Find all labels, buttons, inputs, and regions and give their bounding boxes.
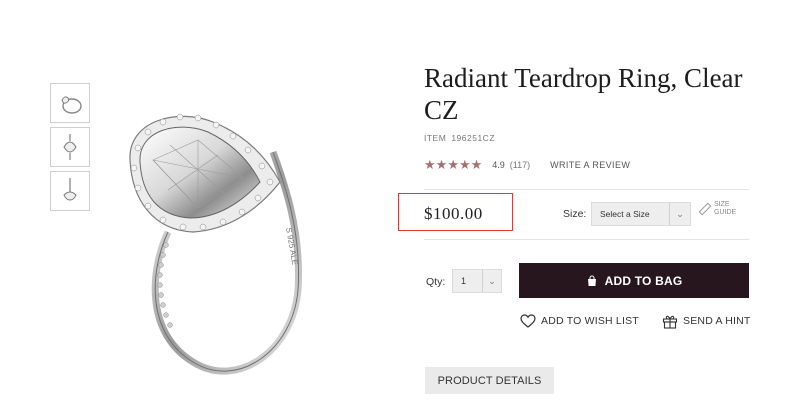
thumbnail-ring-front[interactable] <box>50 83 90 123</box>
heart-icon <box>520 314 536 328</box>
chevron-down-icon: ⌄ <box>482 270 501 292</box>
write-review-link[interactable]: WRITE A REVIEW <box>550 160 630 170</box>
ring-top-thumbnail-image <box>63 134 77 160</box>
rating-value: 4.9 <box>492 159 505 170</box>
size-select-value: Select a Size <box>600 209 650 219</box>
ring-side-thumbnail-image <box>63 178 77 201</box>
star-icon: ★ <box>458 157 471 172</box>
item-code: 196251CZ <box>451 133 496 143</box>
add-to-bag-button[interactable]: ADD TO BAG <box>519 263 749 298</box>
product-details-button[interactable]: PRODUCT DETAILS <box>425 367 554 394</box>
star-icon: ★ <box>470 157 483 172</box>
rating-stars[interactable]: ★ ★ ★ ★ ★ <box>424 158 482 171</box>
size-label: Size: <box>563 208 587 220</box>
size-guide-label: SIZE GUIDE <box>714 201 737 216</box>
qty-select-value: 1 <box>461 276 467 286</box>
product-rating: ★ ★ ★ ★ ★ 4.9 (117) WRITE A REVIEW <box>424 158 630 171</box>
send-a-hint-button[interactable]: SEND A HINT <box>662 313 751 329</box>
star-icon: ★ <box>424 157 436 172</box>
star-icon: ★ <box>447 157 459 172</box>
qty-label: Qty: <box>426 276 446 288</box>
qty-select[interactable]: 1 ⌄ <box>452 269 502 293</box>
divider <box>424 239 749 240</box>
product-title: Radiant Teardrop Ring, Clear CZ <box>424 63 743 125</box>
product-main-image: S 925 ALE <box>129 113 303 375</box>
product-price: $100.00 <box>424 204 483 223</box>
star-icon: ★ <box>435 157 448 172</box>
ruler-icon <box>698 202 712 215</box>
bag-icon <box>587 275 596 286</box>
ring-front-thumbnail-image <box>61 96 82 114</box>
thumbnail-ring-side[interactable] <box>50 171 90 211</box>
item-number: ITEM 196251CZ <box>424 133 495 143</box>
size-guide-link[interactable]: SIZE GUIDE <box>698 201 744 216</box>
product-details-label: PRODUCT DETAILS <box>437 374 542 387</box>
gift-icon <box>662 315 678 329</box>
rating-count[interactable]: (117) <box>510 160 530 170</box>
add-to-bag-label: ADD TO BAG <box>604 273 683 288</box>
divider <box>424 189 749 190</box>
add-to-wish-list-button[interactable]: ADD TO WISH LIST <box>520 313 639 329</box>
thumbnail-ring-top[interactable] <box>50 127 90 167</box>
send-a-hint-label: SEND A HINT <box>683 315 751 327</box>
chevron-down-icon: ⌄ <box>669 203 690 225</box>
wish-list-label: ADD TO WISH LIST <box>541 315 639 327</box>
item-label: ITEM <box>424 133 447 143</box>
size-select[interactable]: Select a Size ⌄ <box>591 202 691 226</box>
